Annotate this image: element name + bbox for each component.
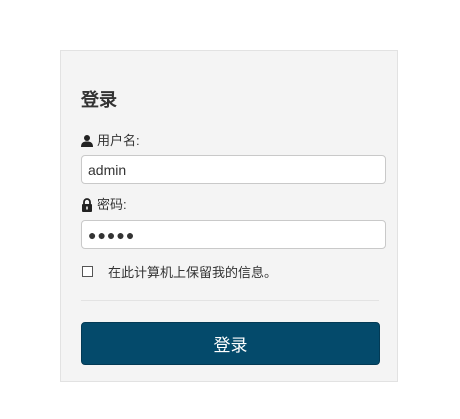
password-label: 密码: (97, 197, 127, 212)
user-icon (81, 134, 93, 148)
login-panel: 登录 用户名: 密码: 在此计算机上保留我的信息。 登录 (60, 50, 398, 382)
password-input[interactable] (81, 220, 386, 249)
username-label-row: 用户名: (81, 133, 140, 149)
username-input[interactable] (81, 155, 386, 184)
divider (81, 300, 379, 301)
lock-icon (81, 198, 93, 212)
password-label-row: 密码: (81, 197, 127, 213)
remember-me-label: 在此计算机上保留我的信息。 (108, 265, 278, 280)
remember-me-row[interactable]: 在此计算机上保留我的信息。 (81, 262, 277, 281)
page-title: 登录 (81, 90, 117, 110)
username-label: 用户名: (97, 133, 140, 148)
login-button[interactable]: 登录 (81, 322, 380, 365)
remember-me-checkbox[interactable] (82, 266, 93, 277)
